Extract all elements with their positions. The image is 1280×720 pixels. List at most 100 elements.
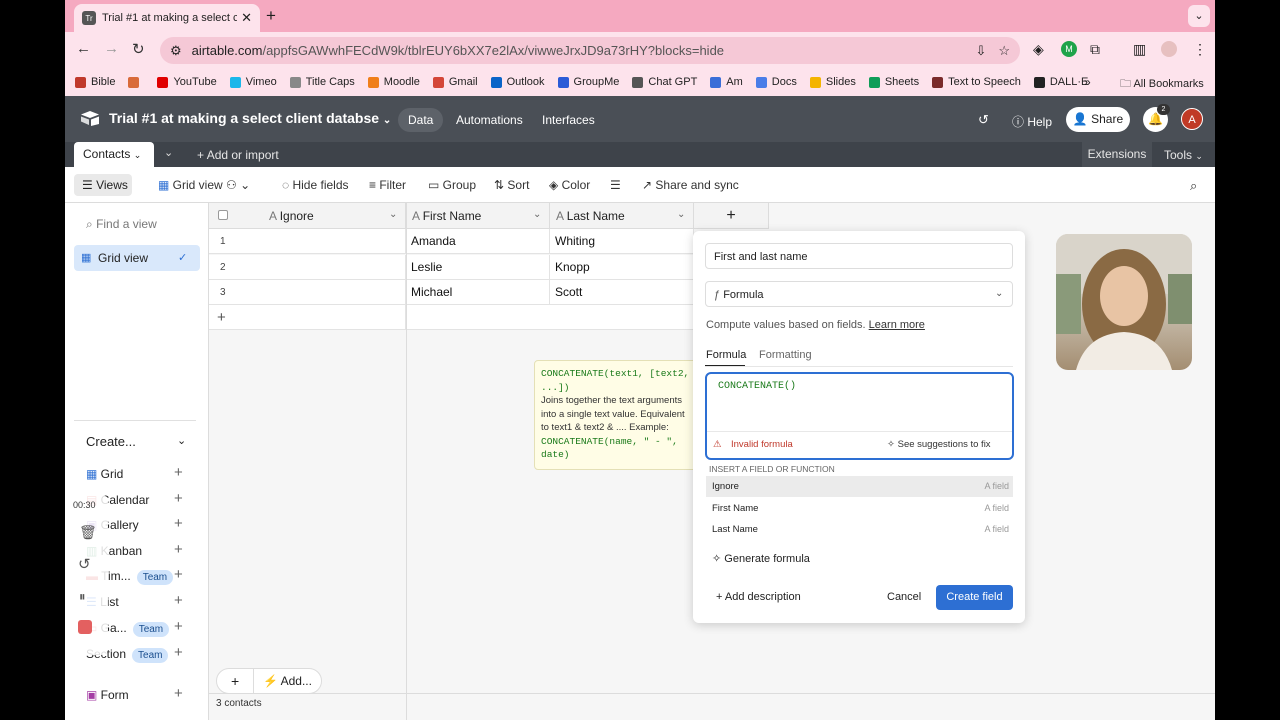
all-bookmarks[interactable]: 🗀 All Bookmarks — [1120, 75, 1204, 94]
bookmark-item[interactable]: Text to Speech — [932, 76, 1021, 88]
first-name-cell[interactable]: Amanda — [406, 229, 550, 254]
filter-button[interactable]: ≡ Filter — [369, 178, 406, 192]
profile-icon[interactable] — [1161, 41, 1177, 57]
add-view-plus-icon[interactable]: + — [174, 464, 183, 481]
add-view-plus-icon[interactable]: + — [174, 618, 183, 635]
bookmark-item[interactable]: Title Caps — [289, 76, 355, 88]
bookmark-item[interactable]: Bible — [75, 76, 115, 88]
field-type-select[interactable]: ƒ Formula — [705, 281, 1013, 307]
row-number[interactable]: 2 — [209, 254, 406, 280]
restart-icon[interactable]: ↺ — [78, 555, 91, 573]
bookmark-item[interactable]: GroupMe — [557, 76, 619, 88]
bookmark-item[interactable]: YouTube — [157, 76, 217, 88]
puzzle-extensions-icon[interactable]: ⧉ — [1090, 41, 1100, 58]
field-name-input[interactable]: First and last name — [705, 243, 1013, 269]
select-all-checkbox[interactable] — [218, 210, 228, 220]
tables-dropdown-icon[interactable]: ⌄ — [164, 146, 173, 159]
side-panel-icon[interactable]: ▥ — [1133, 41, 1146, 58]
add-record-button[interactable]: + — [209, 305, 406, 330]
chevron-down-icon[interactable]: ⌄ — [677, 209, 685, 220]
bookmark-item[interactable] — [128, 76, 144, 88]
reload-icon[interactable]: ↻ — [132, 40, 145, 58]
user-avatar[interactable]: A — [1181, 108, 1203, 130]
extension-icon[interactable]: ◈ — [1033, 41, 1044, 58]
airtable-logo-icon[interactable] — [80, 110, 100, 126]
see-suggestions-button[interactable]: ✧ See suggestions to fix — [887, 432, 991, 458]
sort-button[interactable]: ⇅ Sort — [494, 178, 529, 192]
cancel-button[interactable]: Cancel — [887, 591, 921, 603]
last-name-cell[interactable]: Knopp — [550, 254, 694, 280]
help-button[interactable]: ⓘ Help — [1012, 113, 1052, 130]
row-number[interactable]: 3 — [209, 280, 406, 305]
bookmark-item[interactable]: DALL·E — [1033, 76, 1088, 88]
back-icon[interactable]: ← — [76, 40, 91, 57]
table-tab-contacts[interactable]: Contacts ⌄ — [74, 142, 154, 167]
new-tab-icon[interactable]: + — [266, 6, 276, 26]
share-sync-button[interactable]: ↗ Share and sync — [642, 178, 739, 192]
more-bookmarks-icon[interactable]: » — [1084, 75, 1091, 89]
chevron-down-icon[interactable]: ⌄ — [533, 209, 541, 220]
create-view-1[interactable]: ▦ Grid — [86, 467, 186, 481]
bookmark-item[interactable]: Sheets — [868, 76, 919, 88]
magic-add-button[interactable]: ⚡ Add... — [263, 669, 312, 693]
insert-field-item[interactable]: Last Name A field — [706, 519, 1013, 540]
generate-formula-button[interactable]: ✧ Generate formula — [712, 552, 810, 565]
row-number[interactable]: 1 — [209, 229, 406, 254]
extensions-button[interactable]: Extensions — [1082, 142, 1152, 167]
trash-icon[interactable]: 🗑 — [79, 524, 97, 541]
base-name[interactable]: Trial #1 at making a select client datab… — [109, 110, 391, 126]
share-button[interactable]: 👤 Share — [1066, 107, 1130, 132]
add-view-plus-icon[interactable]: + — [174, 566, 183, 583]
tab-formula[interactable]: Formula — [706, 349, 746, 361]
add-field-button[interactable]: + — [694, 203, 769, 229]
bookmark-item[interactable]: Docs — [755, 76, 797, 88]
column-header-first-name[interactable]: A First Name — [406, 203, 550, 229]
first-name-cell[interactable]: Michael — [406, 280, 550, 305]
chevron-down-icon[interactable]: ⌄ — [389, 209, 397, 220]
collapse-chevron-icon[interactable]: ⌄ — [177, 434, 186, 447]
bookmark-star-icon[interactable]: ☆ — [998, 43, 1010, 59]
tab-formatting[interactable]: Formatting — [759, 349, 812, 361]
add-view-plus-icon[interactable]: + — [174, 515, 183, 532]
bookmark-item[interactable]: Gmail — [432, 76, 478, 88]
learn-more-link[interactable]: Learn more — [869, 319, 925, 331]
grid-view-switcher[interactable]: ▦ Grid view ⚇ ⌄ — [158, 178, 250, 192]
insert-field-item[interactable]: Ignore A field — [706, 476, 1013, 497]
add-view-plus-icon[interactable]: + — [174, 490, 183, 507]
nav-automations[interactable]: Automations — [446, 108, 533, 132]
history-icon[interactable]: ↺ — [978, 112, 989, 128]
create-view-9[interactable]: ▣ Form — [86, 688, 186, 702]
add-view-plus-icon[interactable]: + — [174, 685, 183, 702]
last-name-cell[interactable]: Scott — [550, 280, 694, 305]
chrome-menu-icon[interactable]: ⋮ — [1193, 41, 1207, 58]
first-name-cell[interactable]: Leslie — [406, 254, 550, 280]
stop-icon[interactable] — [78, 620, 92, 634]
forward-icon[interactable]: → — [104, 40, 119, 57]
nav-interfaces[interactable]: Interfaces — [532, 108, 605, 132]
column-header-ignore[interactable]: A Ignore — [209, 203, 406, 229]
url-bar[interactable]: ⚙ airtable.com/appfsGAWwhFECdW9k/tblrEUY… — [160, 37, 1020, 64]
bookmark-item[interactable]: Slides — [809, 76, 856, 88]
find-view-input[interactable]: ⌕ Find a view — [86, 217, 157, 232]
group-button[interactable]: ▭ Group — [428, 178, 476, 192]
grammarly-icon[interactable]: M — [1061, 41, 1077, 57]
row-height-icon[interactable]: ☰ — [610, 178, 621, 192]
install-app-icon[interactable]: ⇩ — [975, 43, 986, 59]
bookmark-item[interactable]: Am — [710, 76, 743, 88]
create-field-button[interactable]: Create field — [936, 585, 1013, 610]
views-toggle-button[interactable]: ☰ Views — [74, 174, 132, 196]
hide-fields-button[interactable]: ◌ Hide fields — [282, 178, 349, 192]
color-button[interactable]: ◈ Color — [549, 178, 590, 192]
tab-search-chevron-icon[interactable]: ⌄ — [1188, 5, 1210, 27]
search-icon[interactable]: ⌕ — [1190, 178, 1197, 194]
bookmark-item[interactable]: Moodle — [367, 76, 420, 88]
add-view-plus-icon[interactable]: + — [174, 644, 183, 661]
browser-tab[interactable]: Tr Trial #1 at making a select cli ✕ — [74, 4, 260, 32]
add-or-import-button[interactable]: + Add or import — [197, 148, 279, 162]
add-description-button[interactable]: + Add description — [716, 591, 801, 603]
nav-data[interactable]: Data — [398, 108, 444, 132]
pause-icon[interactable]: ⏸ — [79, 589, 86, 605]
last-name-cell[interactable]: Whiting — [550, 229, 694, 254]
plus-icon[interactable]: + — [231, 669, 239, 693]
add-view-plus-icon[interactable]: + — [174, 592, 183, 609]
